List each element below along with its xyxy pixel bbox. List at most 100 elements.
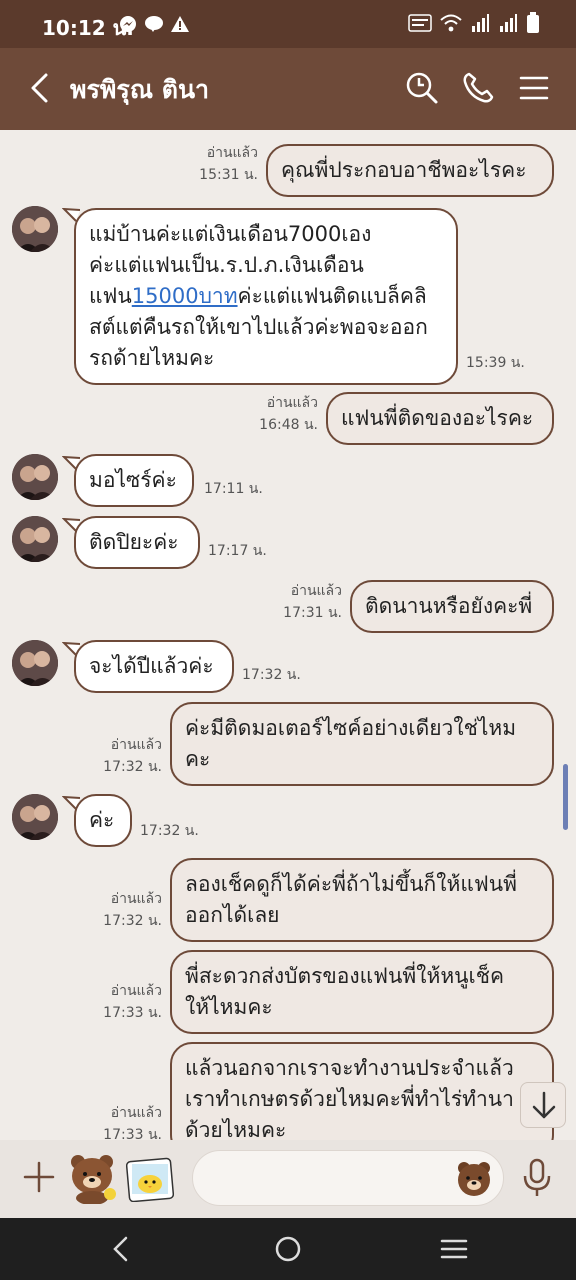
message-line: เราทำเกษตรด้วยไหมคะพี่ทำไร่ทำนา: [185, 1087, 514, 1111]
received-message-bubble[interactable]: ค่ะ: [74, 794, 132, 847]
battery-icon: [527, 12, 539, 33]
message-line: ลองเช็คดูก็ได้ค่ะพี่ถ้าไม่ขึ้นก็ให้แฟนพี…: [185, 872, 517, 896]
sally-sticker-icon[interactable]: [126, 1156, 174, 1202]
message-text: แฟนพี่ติดของอะไรคะ: [341, 406, 534, 430]
message-time: 17:32 น.: [103, 759, 162, 775]
message-time: 17:33 น.: [103, 1005, 162, 1021]
brown-bear-sticker-icon[interactable]: [64, 1150, 120, 1204]
message-meta: อ่านแล้ว 17:32 น.: [103, 734, 162, 778]
message-time: 17:11 น.: [204, 481, 263, 497]
received-message-bubble[interactable]: แม่บ้านค่ะแต่เงินเดือน7000เอง ค่ะแต่แฟนเ…: [74, 208, 458, 385]
message-line: พี่สะดวกส่งบัตรของแฟนพี่ให้หนูเช็ค: [185, 964, 504, 988]
avatar[interactable]: [12, 454, 58, 500]
message-time: 17:33 น.: [103, 1127, 162, 1140]
message-time: 17:17 น.: [208, 543, 267, 559]
phone-icon[interactable]: [460, 70, 496, 106]
message-meta: อ่านแล้ว 17:32 น.: [103, 888, 162, 932]
sent-message-bubble[interactable]: พี่สะดวกส่งบัตรของแฟนพี่ให้หนูเช็ค ให้ไห…: [170, 950, 554, 1034]
system-nav-bar: [0, 1218, 576, 1280]
sent-message-bubble[interactable]: แฟนพี่ติดของอะไรคะ: [326, 392, 554, 445]
signal-icon-2: [500, 14, 517, 32]
message-text: ติดนานหรือยังคะพี่: [365, 594, 533, 618]
avatar[interactable]: [12, 794, 58, 840]
microphone-icon[interactable]: [522, 1158, 552, 1198]
chat-title: พรพิรุณ ตินา: [70, 75, 210, 104]
read-receipt: อ่านแล้ว: [266, 395, 318, 411]
message-meta: อ่านแล้ว 17:31 น.: [283, 580, 342, 624]
message-line: แม่บ้านค่ะแต่เงินเดือน7000เอง: [89, 222, 372, 246]
read-receipt: อ่านแล้ว: [110, 891, 162, 907]
avatar[interactable]: [12, 640, 58, 686]
message-meta: อ่านแล้ว 17:33 น.: [103, 1102, 162, 1140]
back-arrow-icon[interactable]: [26, 72, 54, 104]
message-time: 17:32 น.: [140, 823, 199, 839]
received-message-bubble[interactable]: จะได้ปีแล้วค่ะ: [74, 640, 234, 693]
sent-message-bubble[interactable]: ลองเช็คดูก็ได้ค่ะพี่ถ้าไม่ขึ้นก็ให้แฟนพี…: [170, 858, 554, 942]
message-time: 17:31 น.: [283, 605, 342, 621]
plus-icon[interactable]: [22, 1160, 56, 1194]
sent-message-bubble[interactable]: คุณพี่ประกอบอาชีพอะไรคะ: [266, 144, 554, 197]
line-app-icon: [145, 16, 163, 32]
volte-icon: [408, 14, 432, 32]
message-text: ค่ะ: [89, 808, 115, 832]
message-text: ติดปิยะค่ะ: [89, 530, 179, 554]
sent-message-bubble[interactable]: ค่ะมีติดมอเตอร์ไซค์อย่างเดียวใช่ไหม คะ: [170, 702, 554, 786]
avatar-photo: [12, 454, 58, 500]
read-receipt: อ่านแล้ว: [206, 145, 258, 161]
message-time: 15:39 น.: [466, 355, 525, 371]
message-time: 16:48 น.: [259, 417, 318, 433]
signal-icon: [472, 14, 489, 32]
arrow-down-icon: [532, 1091, 556, 1119]
chat-header: พรพิรุณ ตินา: [0, 48, 576, 130]
nav-home-icon[interactable]: [272, 1234, 304, 1264]
message-line: ออกได้เลย: [185, 903, 280, 927]
message-line: รถด้ายไหมคะ: [89, 346, 215, 370]
message-line: ด้วยไหมคะ: [185, 1118, 287, 1140]
message-line: ค่ะแต่แฟนเป็น.ร.ป.ภ.เงินเดือน: [89, 253, 364, 277]
message-meta: อ่านแล้ว 15:31 น.: [199, 142, 258, 186]
message-line: คะ: [185, 747, 211, 771]
received-message-bubble[interactable]: ติดปิยะค่ะ: [74, 516, 200, 569]
message-time: 17:32 น.: [242, 667, 301, 683]
menu-icon[interactable]: [516, 70, 552, 106]
sent-message-bubble[interactable]: ติดนานหรือยังคะพี่: [350, 580, 554, 633]
message-input-bar: [0, 1140, 576, 1218]
message-text: จะได้ปีแล้วค่ะ: [89, 654, 214, 678]
message-line: แล้วนอกจากเราจะทำงานประจำแล้ว: [185, 1056, 514, 1080]
read-receipt: อ่านแล้ว: [110, 1105, 162, 1121]
scroll-to-bottom-button[interactable]: [520, 1082, 566, 1128]
nav-recents-icon[interactable]: [438, 1234, 470, 1264]
message-input[interactable]: [192, 1150, 504, 1206]
scrollbar[interactable]: [563, 764, 568, 830]
read-receipt: อ่านแล้ว: [110, 737, 162, 753]
phone-number-link[interactable]: 15000บาท: [132, 284, 238, 308]
chat-area[interactable]: อ่านแล้ว 15:31 น. คุณพี่ประกอบอาชีพอะไรค…: [0, 130, 576, 1140]
message-time: 17:32 น.: [103, 913, 162, 929]
message-fragment: แฟน: [89, 284, 132, 308]
message-meta: อ่านแล้ว 16:48 น.: [259, 392, 318, 436]
avatar-photo: [12, 206, 58, 252]
read-receipt: อ่านแล้ว: [110, 983, 162, 999]
message-time: 15:31 น.: [199, 167, 258, 183]
emoji-sticker-icon[interactable]: [455, 1159, 493, 1197]
message-text: คุณพี่ประกอบอาชีพอะไรคะ: [281, 158, 527, 182]
search-icon[interactable]: [404, 70, 440, 106]
avatar-photo: [12, 640, 58, 686]
nav-back-icon[interactable]: [106, 1234, 138, 1264]
avatar[interactable]: [12, 516, 58, 562]
message-line: สต์แต่คืนรถให้เขาไปแล้วค่ะพอจะออก: [89, 315, 428, 339]
sent-message-bubble[interactable]: แล้วนอกจากเราจะทำงานประจำแล้ว เราทำเกษตร…: [170, 1042, 554, 1140]
messenger-icon: [120, 16, 136, 32]
message-text: มอไซร์ค่ะ: [89, 468, 177, 492]
avatar[interactable]: [12, 206, 58, 252]
message-meta: อ่านแล้ว 17:33 น.: [103, 980, 162, 1024]
message-fragment: ค่ะแต่แฟนติดแบล็คลิ: [237, 284, 427, 308]
received-message-bubble[interactable]: มอไซร์ค่ะ: [74, 454, 194, 507]
message-line: แฟน15000บาทค่ะแต่แฟนติดแบล็คลิ: [89, 281, 443, 312]
read-receipt: อ่านแล้ว: [290, 583, 342, 599]
warning-icon: [171, 16, 189, 32]
wifi-icon: [440, 14, 462, 32]
message-line: ค่ะมีติดมอเตอร์ไซค์อย่างเดียวใช่ไหม: [185, 716, 517, 740]
avatar-photo: [12, 794, 58, 840]
status-bar: 10:12 น.: [0, 0, 576, 48]
